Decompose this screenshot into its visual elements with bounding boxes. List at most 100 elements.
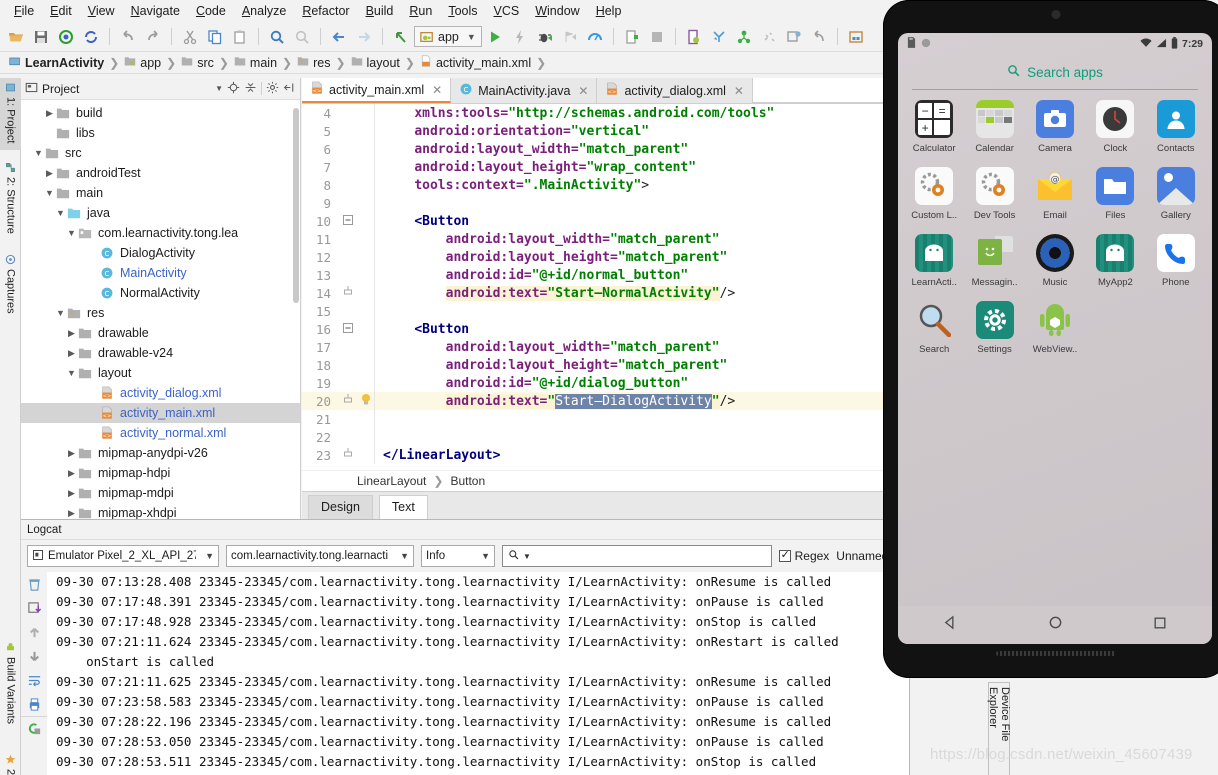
chevron-right-icon[interactable]: ▶ bbox=[65, 448, 78, 459]
profiler-icon[interactable] bbox=[583, 25, 607, 49]
code-line[interactable]: 4 xmlns:tools= "http://schemas.android.co… bbox=[302, 104, 909, 122]
home-nav-icon[interactable] bbox=[1048, 615, 1063, 635]
sidebar-item-favorites[interactable]: 2: Favorites bbox=[0, 750, 21, 775]
app-icon-dev-tools[interactable]: Dev Tools bbox=[964, 167, 1024, 221]
tree-item-mipmap-xhdpi[interactable]: ▶ mipmap-xhdpi bbox=[21, 503, 300, 519]
chevron-right-icon[interactable]: ▶ bbox=[43, 108, 56, 119]
menu-item-tools[interactable]: Tools bbox=[440, 2, 485, 20]
close-icon[interactable]: ✕ bbox=[432, 83, 442, 97]
logcat-regex-checkbox[interactable]: Regex bbox=[778, 548, 829, 563]
code-line[interactable]: 21 bbox=[302, 410, 909, 428]
fold-end-icon[interactable] bbox=[338, 447, 358, 463]
logcat-process-selector[interactable]: com.learnactivity.tong.learnacti ▼ bbox=[226, 545, 414, 567]
editor-tab-mainactivity-java[interactable]: C MainActivity.java ✕ bbox=[451, 78, 598, 103]
scroll-down-icon[interactable] bbox=[21, 644, 47, 668]
code-line[interactable]: 15 bbox=[302, 302, 909, 320]
back-nav-icon[interactable] bbox=[943, 615, 958, 635]
open-folder-icon[interactable] bbox=[4, 25, 28, 49]
search-everywhere-icon[interactable] bbox=[757, 25, 781, 49]
find-icon[interactable] bbox=[265, 25, 289, 49]
forward-icon[interactable] bbox=[352, 25, 376, 49]
project-structure-icon[interactable] bbox=[732, 25, 756, 49]
gear-icon[interactable] bbox=[266, 81, 279, 97]
code-line[interactable]: 23 </LinearLayout> bbox=[302, 446, 909, 464]
chevron-down-icon[interactable]: ▼ bbox=[54, 308, 67, 318]
fold-collapse-icon[interactable] bbox=[338, 214, 358, 228]
code-line[interactable]: 18 android:layout_height= "match_parent" bbox=[302, 356, 909, 374]
chevron-right-icon[interactable]: ▶ bbox=[65, 488, 78, 499]
run-configuration-selector[interactable]: app ▼ bbox=[414, 26, 482, 47]
save-all-icon[interactable] bbox=[29, 25, 53, 49]
tree-item-activity-normal-xml[interactable]: <> activity_normal.xml bbox=[21, 423, 300, 443]
editor-code-area[interactable]: 4 xmlns:tools= "http://schemas.android.co… bbox=[302, 104, 909, 464]
chevron-down-icon[interactable]: ▼ bbox=[65, 228, 78, 238]
jump-to-source-icon[interactable] bbox=[389, 25, 413, 49]
search-apps-bar[interactable]: Search apps bbox=[898, 55, 1212, 89]
undo-icon[interactable] bbox=[116, 25, 140, 49]
editor-tab-activity-main-xml[interactable]: <> activity_main.xml ✕ bbox=[302, 78, 452, 103]
code-line[interactable]: 16 <Button bbox=[302, 320, 909, 338]
code-line[interactable]: 20 android:text= " Start—DialogActivity "/> bbox=[302, 392, 909, 410]
app-icon-music[interactable]: Music bbox=[1025, 234, 1085, 288]
logcat-output[interactable]: 09-30 07:13:28.408 23345-23345/com.learn… bbox=[47, 572, 909, 775]
avd-manager-icon[interactable] bbox=[682, 25, 706, 49]
recents-nav-icon[interactable] bbox=[1153, 616, 1167, 635]
breadcrumb-item-layout[interactable]: layout bbox=[348, 55, 403, 70]
tree-item-activity-main-xml[interactable]: <> activity_main.xml bbox=[21, 403, 300, 423]
hide-panel-icon[interactable] bbox=[283, 81, 296, 97]
tree-item-mipmap-anydpi-v26[interactable]: ▶ mipmap-anydpi-v26 bbox=[21, 443, 300, 463]
back-icon[interactable] bbox=[327, 25, 351, 49]
menu-item-edit[interactable]: Edit bbox=[42, 2, 80, 20]
sync-icon[interactable] bbox=[54, 25, 78, 49]
soft-wrap-icon[interactable] bbox=[21, 668, 47, 692]
tree-item-normalactivity[interactable]: C NormalActivity bbox=[21, 283, 300, 303]
fold-collapse-icon[interactable] bbox=[338, 322, 358, 336]
paste-icon[interactable] bbox=[228, 25, 252, 49]
app-icon-files[interactable]: Files bbox=[1085, 167, 1145, 221]
menu-item-vcs[interactable]: VCS bbox=[486, 2, 528, 20]
tree-item-libs[interactable]: libs bbox=[21, 123, 300, 143]
menu-item-refactor[interactable]: Refactor bbox=[294, 2, 357, 20]
menu-item-build[interactable]: Build bbox=[358, 2, 402, 20]
app-icon-email[interactable]: @ Email bbox=[1025, 167, 1085, 221]
chevron-down-icon[interactable]: ▼ bbox=[43, 188, 56, 198]
breadcrumb-item-activity-main-xml[interactable]: activity_main.xml bbox=[417, 55, 534, 70]
find-usages-icon[interactable] bbox=[290, 25, 314, 49]
clear-logcat-icon[interactable] bbox=[21, 572, 47, 596]
layout-inspector-icon[interactable] bbox=[782, 25, 806, 49]
tree-item-drawable[interactable]: ▶ drawable bbox=[21, 323, 300, 343]
code-line[interactable]: 22 bbox=[302, 428, 909, 446]
undo-icon[interactable] bbox=[807, 25, 831, 49]
menu-item-run[interactable]: Run bbox=[401, 2, 440, 20]
app-icon-learnacti--[interactable]: LearnActi.. bbox=[904, 234, 964, 288]
tree-item-dialogactivity[interactable]: C DialogActivity bbox=[21, 243, 300, 263]
app-icon-messagin--[interactable]: Messagin.. bbox=[964, 234, 1024, 288]
tree-item-main[interactable]: ▼ main bbox=[21, 183, 300, 203]
tree-item-androidtest[interactable]: ▶ androidTest bbox=[21, 163, 300, 183]
debug-icon[interactable] bbox=[533, 25, 557, 49]
chevron-down-icon[interactable]: ▼ bbox=[32, 148, 45, 158]
scroll-up-icon[interactable] bbox=[21, 620, 47, 644]
apply-changes-icon[interactable] bbox=[508, 25, 532, 49]
chevron-right-icon[interactable]: ▶ bbox=[65, 468, 78, 479]
project-tree[interactable]: ▶ build libs ▼ src ▶ androidTest ▼ main ▼ java ▼ com… bbox=[21, 100, 300, 519]
code-line[interactable]: 5 android:orientation= "vertical" bbox=[302, 122, 909, 140]
phone-screen[interactable]: 7:29 Search apps − = + Calculator Calendar Ca… bbox=[898, 33, 1212, 644]
device-manager-icon[interactable] bbox=[844, 25, 868, 49]
code-line[interactable]: 14 android:text= "Start—NormalActivity"/> bbox=[302, 284, 909, 302]
collapse-all-icon[interactable] bbox=[244, 81, 257, 97]
menu-item-file[interactable]: File bbox=[6, 2, 42, 20]
code-line[interactable]: 6 android:layout_width= "match_parent" bbox=[302, 140, 909, 158]
sync-gradle-icon[interactable] bbox=[707, 25, 731, 49]
code-line[interactable]: 13 android:id= "@+id/normal_button" bbox=[302, 266, 909, 284]
restart-icon[interactable] bbox=[21, 716, 47, 740]
cut-icon[interactable] bbox=[178, 25, 202, 49]
code-line[interactable]: 12 android:layout_height= "match_parent" bbox=[302, 248, 909, 266]
tree-item-drawable-v24[interactable]: ▶ drawable-v24 bbox=[21, 343, 300, 363]
app-icon-myapp2[interactable]: MyApp2 bbox=[1085, 234, 1145, 288]
menu-item-code[interactable]: Code bbox=[188, 2, 234, 20]
menu-item-navigate[interactable]: Navigate bbox=[123, 2, 188, 20]
run-icon[interactable] bbox=[483, 25, 507, 49]
run-coverage-icon[interactable] bbox=[558, 25, 582, 49]
export-icon[interactable] bbox=[21, 596, 47, 620]
